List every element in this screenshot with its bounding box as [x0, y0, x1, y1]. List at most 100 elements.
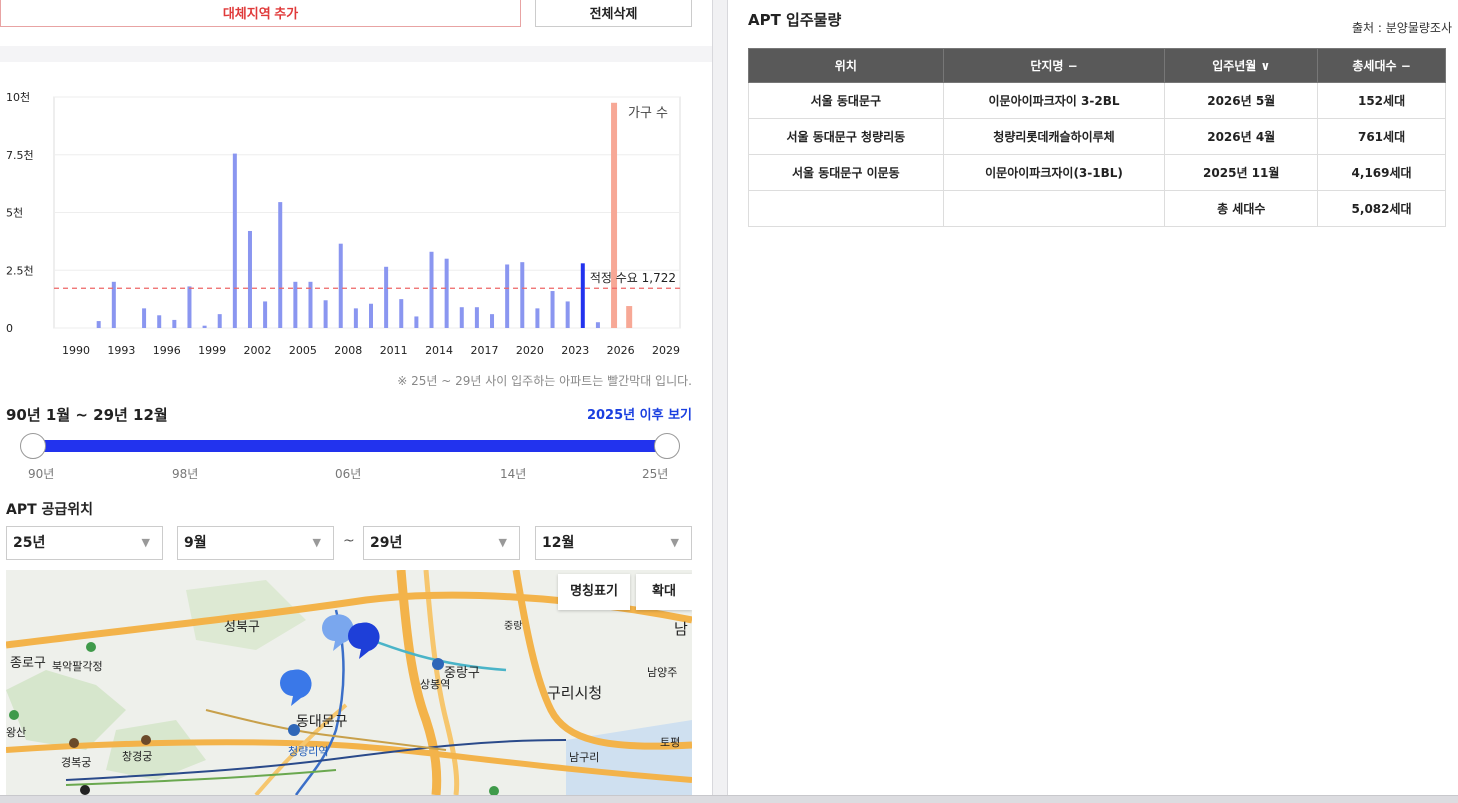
y-tick-label: 0 [6, 322, 13, 335]
map-label: 동대문구 [296, 714, 348, 730]
x-tick-label: 1990 [62, 344, 90, 357]
bar-1991 [96, 321, 101, 328]
bar-1996 [172, 319, 177, 328]
map-names-button[interactable]: 명칭표기 [558, 574, 630, 610]
cell-move-in: 2025년 11월 [1164, 154, 1319, 191]
cell-households: 761세대 [1317, 118, 1446, 155]
y-tick-label: 5천 [6, 206, 23, 220]
bar-2011 [399, 299, 404, 328]
x-tick-label: 2014 [425, 344, 453, 357]
bar-2001 [247, 230, 252, 328]
column-move-in[interactable]: 입주년월 ∨ [1164, 48, 1319, 83]
x-tick-label: 2002 [244, 344, 272, 357]
to-month-value: 12월 [542, 535, 575, 551]
bar-2017 [490, 314, 495, 328]
column-location[interactable]: 위치 [748, 48, 944, 83]
to-year-value: 29년 [370, 535, 403, 551]
table-row[interactable]: 서울 동대문구 이문아이파크자이 3-2BL 2026년 5월 152세대 [748, 82, 1446, 119]
legend-label: 가구 수 [628, 106, 668, 121]
bar-1995 [157, 315, 162, 328]
divider-strip [0, 46, 712, 62]
from-month-select[interactable]: 9월 ▼ [177, 526, 334, 560]
range-label: 90년 1월 ~ 29년 12월 [6, 406, 168, 424]
x-tick-label: 2011 [380, 344, 408, 357]
dropdown-arrow-icon: ▼ [312, 536, 321, 549]
right-panel: APT 입주물량 출처 : 분양물량조사 위치 단지명 − 입주년월 ∨ 총세대… [728, 0, 1458, 795]
to-year-select[interactable]: 29년 ▼ [363, 526, 520, 560]
from-year-select[interactable]: 25년 ▼ [6, 526, 163, 560]
bar-2006 [323, 300, 328, 328]
table-row[interactable]: 서울 동대문구 청량리동 청량리롯데캐슬하이루체 2026년 4월 761세대 [748, 118, 1446, 155]
after-2025-link[interactable]: 2025년 이후 보기 [587, 404, 692, 423]
delete-all-button[interactable]: 전체삭제 [535, 0, 692, 27]
from-year-value: 25년 [13, 535, 46, 551]
y-tick-label: 2.5천 [6, 263, 34, 277]
bar-2019 [520, 262, 525, 328]
y-tick-label: 7.5천 [6, 148, 34, 162]
x-tick-label: 2005 [289, 344, 317, 357]
range-tilde: ~ [343, 533, 355, 549]
slider-start-handle[interactable] [20, 433, 46, 459]
map-label: 창경궁 [122, 750, 153, 763]
map-label: 남양주 [647, 666, 678, 679]
year-range-slider[interactable] [33, 440, 667, 452]
y-tick-label: 10천 [6, 90, 30, 104]
bar-2025 [611, 102, 618, 329]
supply-map[interactable]: 명칭표기 확대 성북구 종로구 북악팔각정 중랑구 상봉역 구리시청 동대문구 … [6, 570, 692, 795]
bar-1999 [217, 314, 222, 328]
chart-note: ※ 25년 ~ 29년 사이 입주하는 아파트는 빨간막대 입니다. [397, 374, 692, 388]
bar-2000 [232, 153, 237, 328]
bar-2016 [474, 307, 479, 328]
x-tick-label: 1993 [107, 344, 135, 357]
bar-2013 [429, 251, 434, 328]
column-complex[interactable]: 단지명 − [942, 48, 1166, 83]
bottom-scrollbar[interactable] [0, 795, 1458, 803]
table-total-row: 총 세대수 5,082세대 [748, 190, 1446, 227]
cell-total-label: 총 세대수 [1164, 190, 1319, 227]
cell-location [748, 190, 944, 227]
bar-2024 [595, 322, 600, 328]
cell-move-in: 2026년 5월 [1164, 82, 1319, 119]
table-row[interactable]: 서울 동대문구 이문동 이문아이파크자이(3-1BL) 2025년 11월 4,… [748, 154, 1446, 191]
map-label: 중랑 [504, 621, 523, 632]
apt-volume-title: APT 입주물량 [748, 11, 842, 29]
x-tick-label: 1999 [198, 344, 226, 357]
bar-2010 [384, 266, 389, 328]
bar-2021 [550, 291, 555, 328]
x-tick-label: 2029 [652, 344, 680, 357]
cell-move-in: 2026년 4월 [1164, 118, 1319, 155]
panel-divider[interactable] [712, 0, 728, 795]
bar-1997 [187, 286, 192, 328]
from-month-value: 9월 [184, 535, 207, 551]
bar-2003 [278, 202, 283, 328]
bar-2008 [353, 308, 358, 328]
supply-bar-chart: 0 2.5천 5천 7.5천 10천 1990 1993 1996 1999 2002 2005 20… [6, 90, 681, 357]
bar-2007 [338, 243, 343, 328]
column-households[interactable]: 총세대수 − [1317, 48, 1446, 83]
map-label: 경복궁 [61, 756, 92, 769]
slider-end-handle[interactable] [654, 433, 680, 459]
cell-households: 152세대 [1317, 82, 1446, 119]
bar-2022 [565, 301, 570, 328]
dropdown-arrow-icon: ▼ [141, 536, 150, 549]
cell-location: 서울 동대문구 청량리동 [748, 118, 944, 155]
cell-households: 4,169세대 [1317, 154, 1446, 191]
cell-complex: 이문아이파크자이 3-2BL [942, 82, 1166, 119]
bar-2014 [444, 258, 449, 328]
apt-volume-table: 위치 단지명 − 입주년월 ∨ 총세대수 − 서울 동대문구 이문아이파크자이 … [748, 48, 1446, 227]
cell-total-value: 5,082세대 [1317, 190, 1446, 227]
bar-2018 [505, 264, 510, 328]
add-region-button[interactable]: 대체지역 추가 [0, 0, 521, 27]
map-label: 청량리역 [288, 745, 329, 758]
source-text: 출처 : 분양물량조사 [1352, 21, 1452, 35]
map-label: 종로구 [10, 656, 46, 671]
bar-2012 [414, 316, 419, 328]
map-label: 상봉역 [420, 678, 451, 691]
to-month-select[interactable]: 12월 ▼ [535, 526, 692, 560]
map-zoom-button[interactable]: 확대 [636, 574, 692, 610]
bar-1994 [142, 308, 147, 328]
cell-location: 서울 동대문구 [748, 82, 944, 119]
map-label: 남 [674, 620, 688, 638]
map-label: 남구리 [569, 751, 600, 764]
cell-complex [942, 190, 1166, 227]
